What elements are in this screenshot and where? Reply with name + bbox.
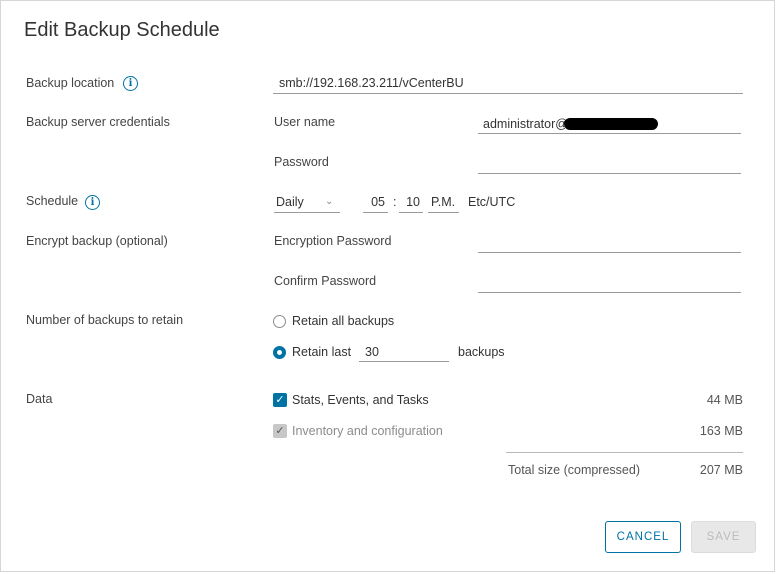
- frequency-value: Daily: [276, 195, 304, 209]
- inventory-configuration-label: Inventory and configuration: [292, 424, 443, 438]
- timezone-label: Etc/UTC: [468, 195, 516, 209]
- data-label: Data: [26, 392, 53, 406]
- stats-events-tasks-label[interactable]: Stats, Events, and Tasks: [292, 393, 429, 407]
- hour-value: 05: [371, 195, 385, 209]
- encryption-password-label: Encryption Password: [274, 234, 392, 248]
- time-separator: :: [393, 195, 397, 209]
- save-button[interactable]: SAVE: [691, 521, 756, 553]
- number-of-backups-label: Number of backups to retain: [26, 313, 184, 327]
- backup-location-input[interactable]: smb://192.168.23.211/vCenterBU: [273, 75, 743, 94]
- retain-last-label[interactable]: Retain last: [292, 345, 351, 359]
- checkmark-icon: ✓: [275, 425, 285, 437]
- encryption-password-input[interactable]: [478, 234, 741, 253]
- username-value: administrator@: [483, 117, 568, 131]
- total-divider: [506, 452, 743, 453]
- stats-events-tasks-checkbox[interactable]: ✓: [273, 393, 287, 407]
- edit-backup-schedule-dialog: Edit Backup Schedule Backup location i s…: [0, 0, 775, 572]
- frequency-select[interactable]: Daily ⌄: [274, 194, 340, 213]
- confirm-password-label: Confirm Password: [274, 274, 377, 288]
- cancel-button[interactable]: CANCEL: [605, 521, 681, 553]
- password-input[interactable]: [478, 155, 741, 174]
- backup-server-credentials-label: Backup server credentials: [26, 115, 170, 129]
- retain-last-suffix: backups: [458, 345, 505, 359]
- dialog-title: Edit Backup Schedule: [24, 19, 220, 41]
- confirm-password-input[interactable]: [478, 274, 741, 293]
- retain-all-radio[interactable]: [273, 315, 286, 328]
- retain-all-label[interactable]: Retain all backups: [292, 314, 394, 328]
- info-icon[interactable]: i: [85, 195, 100, 210]
- inventory-configuration-size: 163 MB: [699, 424, 743, 438]
- backup-location-value: smb://192.168.23.211/vCenterBU: [279, 76, 464, 90]
- schedule-label: Schedule: [26, 194, 79, 208]
- stats-events-tasks-size: 44 MB: [706, 393, 743, 407]
- hour-input[interactable]: 05: [363, 194, 388, 213]
- inventory-configuration-checkbox: ✓: [273, 424, 287, 438]
- retain-last-radio[interactable]: [273, 346, 286, 359]
- password-label: Password: [274, 155, 329, 169]
- info-icon[interactable]: i: [123, 76, 138, 91]
- minute-input[interactable]: 10: [399, 194, 423, 213]
- backup-location-label: Backup location: [26, 76, 115, 90]
- checkmark-icon: ✓: [275, 394, 285, 406]
- ampm-value: P.M.: [431, 195, 456, 209]
- username-input[interactable]: administrator@: [478, 115, 741, 134]
- username-label: User name: [274, 115, 336, 129]
- encrypt-backup-label: Encrypt backup (optional): [26, 234, 168, 248]
- total-size-label: Total size (compressed): [508, 463, 640, 477]
- minute-value: 10: [406, 195, 420, 209]
- total-size-value: 207 MB: [699, 463, 743, 477]
- redaction-mark: [564, 118, 658, 130]
- retain-last-value: 30: [365, 345, 379, 359]
- ampm-select[interactable]: P.M.: [428, 194, 459, 213]
- retain-last-input[interactable]: 30: [359, 343, 449, 362]
- chevron-down-icon: ⌄: [325, 196, 334, 207]
